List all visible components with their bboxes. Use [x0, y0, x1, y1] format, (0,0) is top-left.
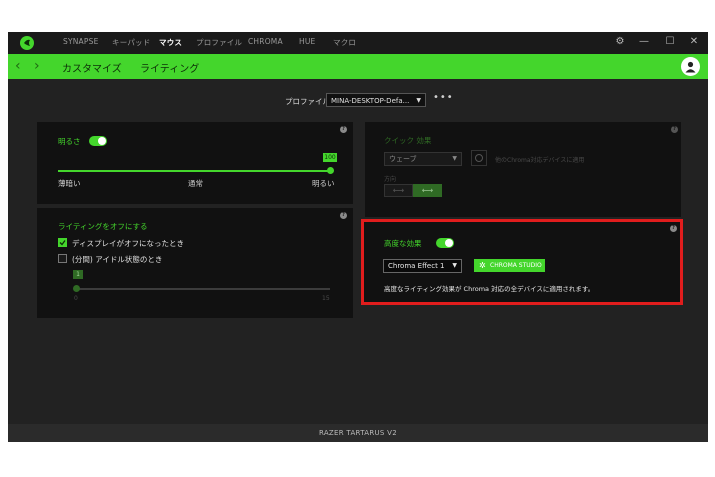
idle-slider-min: 0: [74, 295, 78, 302]
display-off-label: ディスプレイがオフになったとき: [72, 239, 184, 248]
maximize-icon[interactable]: ☐: [664, 36, 676, 48]
brightness-value-box[interactable]: 100: [323, 153, 337, 162]
brightness-label-normal: 通常: [188, 179, 203, 188]
nav-tab-hue[interactable]: HUE: [299, 37, 315, 46]
chevron-down-icon: ▼: [416, 97, 421, 104]
idle-checkbox[interactable]: [58, 254, 67, 263]
tab-lighting[interactable]: ライティング: [140, 60, 199, 75]
profile-dropdown[interactable]: MINA-DESKTOP-Defa... ▼: [326, 93, 426, 107]
nav-tab-profile[interactable]: プロファイル: [196, 37, 242, 48]
idle-slider-max: 15: [322, 295, 330, 302]
nav-tab-synapse[interactable]: SYNAPSE: [63, 37, 99, 46]
minimize-icon[interactable]: —: [638, 36, 650, 48]
brightness-label-bright: 明るい: [312, 179, 335, 188]
nav-tab-chroma[interactable]: CHROMA: [248, 37, 283, 46]
razer-logo-icon: [20, 36, 34, 50]
quick-effect-value: ウェーブ: [389, 155, 417, 163]
quick-effect-dropdown: ウェーブ ▼: [384, 152, 462, 166]
chroma-apply-icon: [471, 150, 487, 166]
idle-slider-track: [76, 288, 330, 290]
help-icon[interactable]: ?: [340, 126, 347, 133]
forward-chevron-icon[interactable]: ›: [34, 57, 40, 75]
brightness-slider-track[interactable]: [58, 170, 330, 172]
direction-left-button: ⟷: [384, 184, 413, 197]
close-icon[interactable]: ✕: [688, 36, 700, 48]
idle-label: (分間) アイドル状態のとき: [72, 255, 163, 264]
apply-all-label: 他のChroma対応デバイスに適用: [495, 157, 585, 164]
tab-customize[interactable]: カスタマイズ: [62, 60, 122, 75]
nav-tab-macro[interactable]: マクロ: [333, 37, 356, 48]
profile-dropdown-value: MINA-DESKTOP-Defa...: [331, 97, 410, 105]
back-chevron-icon[interactable]: ‹: [15, 57, 21, 75]
quick-effect-panel: ? クイック 効果 ウェーブ ▼ 他のChroma対応デバイスに適用 方向 ⟷ …: [365, 122, 681, 217]
idle-minutes-box: 1: [73, 270, 83, 279]
device-footer: RAZER TARTARUS V2: [8, 424, 708, 442]
profile-label: プロファイル: [285, 97, 330, 106]
title-bar: SYNAPSE キーパッド マウス プロファイル CHROMA HUE マクロ …: [8, 32, 708, 54]
chevron-down-icon: ▼: [452, 155, 457, 162]
brightness-slider-knob[interactable]: [326, 167, 334, 174]
lighting-off-title: ライティングをオフにする: [58, 222, 148, 231]
brightness-title: 明るさ: [58, 137, 81, 146]
lighting-off-panel: ? ライティングをオフにする ディスプレイがオフになったとき (分間) アイドル…: [37, 208, 353, 318]
subnav-bar: ‹ › カスタマイズ ライティング: [8, 54, 708, 79]
user-avatar-icon[interactable]: [681, 57, 700, 76]
settings-gear-icon[interactable]: ⚙: [614, 36, 626, 48]
highlight-frame: [361, 219, 683, 305]
direction-label: 方向: [384, 176, 397, 183]
more-options-icon[interactable]: •••: [433, 92, 454, 103]
idle-slider-knob: [73, 285, 80, 292]
brightness-panel: ? 明るさ 100 薄暗い 通常 明るい: [37, 122, 353, 204]
nav-tab-mouse[interactable]: マウス: [159, 37, 182, 48]
brightness-toggle[interactable]: [89, 136, 107, 146]
help-icon: ?: [671, 126, 678, 133]
direction-right-button: ⟷: [413, 184, 442, 197]
device-name: RAZER TARTARUS V2: [318, 429, 398, 437]
nav-tab-keypad[interactable]: キーパッド: [112, 37, 150, 48]
brightness-label-dim: 薄暗い: [58, 179, 81, 188]
help-icon[interactable]: ?: [340, 212, 347, 219]
quick-effect-title: クイック 効果: [384, 136, 432, 145]
synapse-window: SYNAPSE キーパッド マウス プロファイル CHROMA HUE マクロ …: [8, 32, 708, 442]
display-off-checkbox[interactable]: [58, 238, 67, 247]
